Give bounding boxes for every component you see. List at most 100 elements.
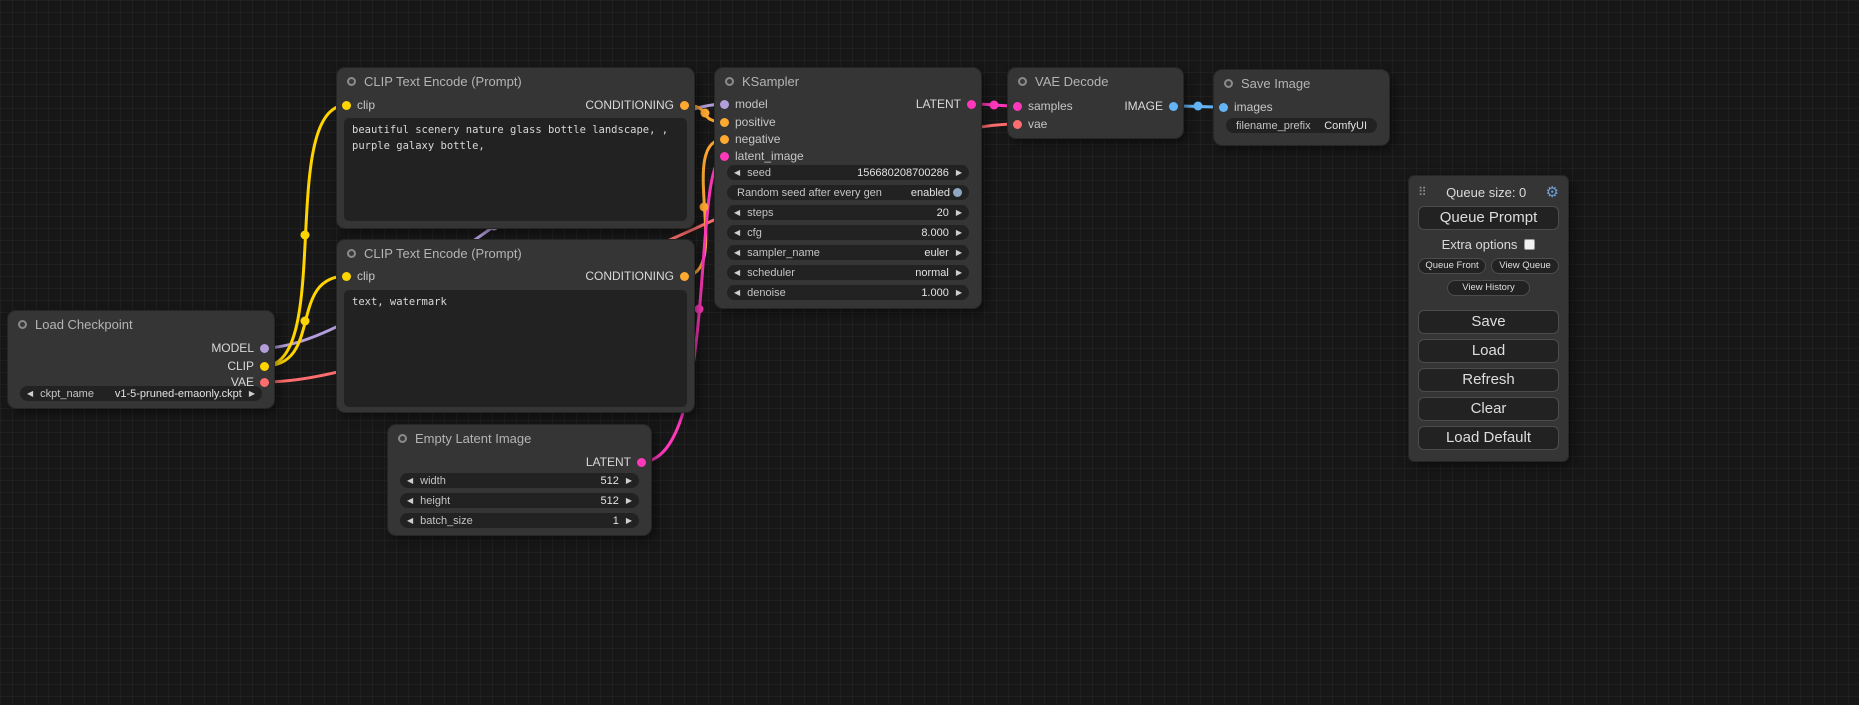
latent-image-input-port[interactable] bbox=[720, 152, 729, 161]
latent-output-port[interactable] bbox=[637, 458, 646, 467]
input-slot-vae: vae bbox=[1013, 116, 1047, 132]
right-arrow-icon[interactable]: ▶ bbox=[626, 513, 632, 528]
left-arrow-icon[interactable]: ◀ bbox=[734, 265, 740, 280]
prompt-textarea[interactable]: text, watermark bbox=[344, 290, 687, 407]
node-ksampler[interactable]: KSampler model LATENT positive negative … bbox=[715, 68, 981, 308]
load-button[interactable]: Load bbox=[1418, 339, 1559, 363]
node-title-bar[interactable]: CLIP Text Encode (Prompt) bbox=[337, 240, 694, 266]
history-row: View History bbox=[1418, 280, 1559, 296]
widget-value: normal bbox=[915, 267, 949, 279]
extra-options-checkbox[interactable] bbox=[1524, 239, 1535, 250]
conditioning-output-port[interactable] bbox=[680, 101, 689, 110]
drag-handle-icon[interactable]: ⠿ bbox=[1418, 185, 1427, 199]
slot-label: latent_image bbox=[735, 149, 804, 163]
widget-width[interactable]: ◀ width 512 ▶ bbox=[400, 473, 639, 488]
negative-input-port[interactable] bbox=[720, 135, 729, 144]
toggle-dot-icon[interactable] bbox=[953, 188, 962, 197]
slot-label: vae bbox=[1028, 117, 1047, 131]
view-history-button[interactable]: View History bbox=[1447, 280, 1530, 296]
left-arrow-icon[interactable]: ◀ bbox=[407, 493, 413, 508]
queue-prompt-button[interactable]: Queue Prompt bbox=[1418, 206, 1559, 230]
collapse-icon[interactable] bbox=[1018, 77, 1027, 86]
positive-input-port[interactable] bbox=[720, 118, 729, 127]
clear-button[interactable]: Clear bbox=[1418, 397, 1559, 421]
right-arrow-icon[interactable]: ▶ bbox=[956, 245, 962, 260]
node-clip-text-encode-positive[interactable]: CLIP Text Encode (Prompt) clip CONDITION… bbox=[337, 68, 694, 228]
node-empty-latent-image[interactable]: Empty Latent Image LATENT ◀ width 512 ▶ … bbox=[388, 425, 651, 535]
input-slot-negative: negative bbox=[720, 131, 780, 147]
node-title-bar[interactable]: Load Checkpoint bbox=[8, 311, 274, 337]
collapse-icon[interactable] bbox=[1224, 79, 1233, 88]
right-arrow-icon[interactable]: ▶ bbox=[956, 205, 962, 220]
right-arrow-icon[interactable]: ▶ bbox=[956, 165, 962, 180]
queue-front-button[interactable]: Queue Front bbox=[1418, 258, 1486, 274]
right-arrow-icon[interactable]: ▶ bbox=[956, 285, 962, 300]
prompt-textarea[interactable]: beautiful scenery nature glass bottle la… bbox=[344, 118, 687, 221]
vae-output-port[interactable] bbox=[260, 378, 269, 387]
node-save-image[interactable]: Save Image images filename_prefix ComfyU… bbox=[1214, 70, 1389, 145]
left-arrow-icon[interactable]: ◀ bbox=[734, 285, 740, 300]
left-arrow-icon[interactable]: ◀ bbox=[407, 473, 413, 488]
left-arrow-icon[interactable]: ◀ bbox=[734, 225, 740, 240]
refresh-button[interactable]: Refresh bbox=[1418, 368, 1559, 392]
left-arrow-icon[interactable]: ◀ bbox=[734, 205, 740, 220]
right-arrow-icon[interactable]: ▶ bbox=[626, 473, 632, 488]
wire-midpoint-dot bbox=[301, 317, 310, 326]
node-title-bar[interactable]: Save Image bbox=[1214, 70, 1389, 96]
image-output-port[interactable] bbox=[1169, 102, 1178, 111]
node-title-bar[interactable]: CLIP Text Encode (Prompt) bbox=[337, 68, 694, 94]
view-queue-button[interactable]: View Queue bbox=[1491, 258, 1559, 274]
clip-input-port[interactable] bbox=[342, 101, 351, 110]
slot-label: CONDITIONING bbox=[585, 269, 674, 283]
samples-input-port[interactable] bbox=[1013, 102, 1022, 111]
slot-label: negative bbox=[735, 132, 780, 146]
widget-height[interactable]: ◀ height 512 ▶ bbox=[400, 493, 639, 508]
widget-batch-size[interactable]: ◀ batch_size 1 ▶ bbox=[400, 513, 639, 528]
collapse-icon[interactable] bbox=[347, 249, 356, 258]
right-arrow-icon[interactable]: ▶ bbox=[626, 493, 632, 508]
node-title-bar[interactable]: KSampler bbox=[715, 68, 981, 94]
widget-seed[interactable]: ◀ seed 156680208700286 ▶ bbox=[727, 165, 969, 180]
model-output-port[interactable] bbox=[260, 344, 269, 353]
left-arrow-icon[interactable]: ◀ bbox=[734, 165, 740, 180]
widget-filename-prefix[interactable]: filename_prefix ComfyUI bbox=[1226, 118, 1377, 133]
widget-value: 512 bbox=[600, 495, 618, 507]
node-title: Load Checkpoint bbox=[35, 317, 133, 332]
node-title-bar[interactable]: Empty Latent Image bbox=[388, 425, 651, 451]
widget-label: height bbox=[420, 495, 600, 507]
left-arrow-icon[interactable]: ◀ bbox=[27, 386, 33, 401]
right-arrow-icon[interactable]: ▶ bbox=[249, 386, 255, 401]
left-arrow-icon[interactable]: ◀ bbox=[734, 245, 740, 260]
images-input-port[interactable] bbox=[1219, 103, 1228, 112]
collapse-icon[interactable] bbox=[398, 434, 407, 443]
widget-ckpt-name[interactable]: ◀ ckpt_name v1-5-pruned-emaonly.ckpt ▶ bbox=[20, 386, 262, 401]
widget-denoise[interactable]: ◀ denoise 1.000 ▶ bbox=[727, 285, 969, 300]
node-clip-text-encode-negative[interactable]: CLIP Text Encode (Prompt) clip CONDITION… bbox=[337, 240, 694, 412]
widget-label: denoise bbox=[747, 287, 921, 299]
collapse-icon[interactable] bbox=[725, 77, 734, 86]
widget-scheduler[interactable]: ◀ scheduler normal ▶ bbox=[727, 265, 969, 280]
widget-random-seed-toggle[interactable]: Random seed after every gen enabled bbox=[727, 185, 969, 200]
latent-output-port[interactable] bbox=[967, 100, 976, 109]
clip-input-port[interactable] bbox=[342, 272, 351, 281]
widget-steps[interactable]: ◀ steps 20 ▶ bbox=[727, 205, 969, 220]
node-title-bar[interactable]: VAE Decode bbox=[1008, 68, 1183, 94]
node-vae-decode[interactable]: VAE Decode samples IMAGE vae bbox=[1008, 68, 1183, 138]
node-graph-canvas[interactable]: Load Checkpoint MODEL CLIP VAE ◀ ckpt_na… bbox=[0, 0, 1859, 705]
slot-label: CONDITIONING bbox=[585, 98, 674, 112]
conditioning-output-port[interactable] bbox=[680, 272, 689, 281]
left-arrow-icon[interactable]: ◀ bbox=[407, 513, 413, 528]
collapse-icon[interactable] bbox=[18, 320, 27, 329]
right-arrow-icon[interactable]: ▶ bbox=[956, 265, 962, 280]
right-arrow-icon[interactable]: ▶ bbox=[956, 225, 962, 240]
load-default-button[interactable]: Load Default bbox=[1418, 426, 1559, 450]
save-button[interactable]: Save bbox=[1418, 310, 1559, 334]
settings-gear-icon[interactable]: ⚙ bbox=[1546, 183, 1559, 201]
node-load-checkpoint[interactable]: Load Checkpoint MODEL CLIP VAE ◀ ckpt_na… bbox=[8, 311, 274, 408]
collapse-icon[interactable] bbox=[347, 77, 356, 86]
widget-cfg[interactable]: ◀ cfg 8.000 ▶ bbox=[727, 225, 969, 240]
clip-output-port[interactable] bbox=[260, 362, 269, 371]
widget-sampler-name[interactable]: ◀ sampler_name euler ▶ bbox=[727, 245, 969, 260]
vae-input-port[interactable] bbox=[1013, 120, 1022, 129]
model-input-port[interactable] bbox=[720, 100, 729, 109]
